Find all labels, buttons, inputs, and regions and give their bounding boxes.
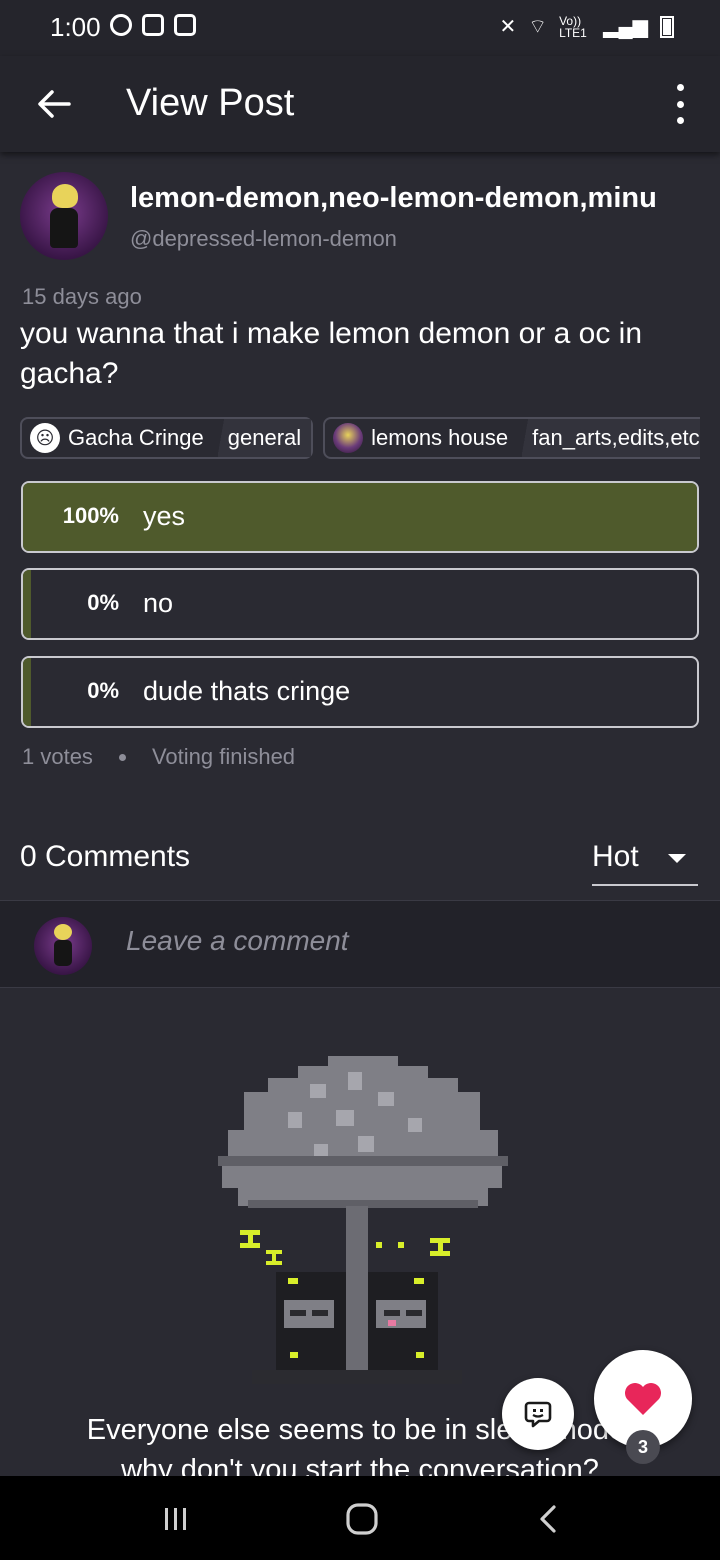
clock-icon <box>174 14 196 36</box>
wifi-icon: ⌔ <box>528 16 548 38</box>
author-handle: @depressed-lemon-demon <box>130 226 397 251</box>
poll-percent: 0% <box>87 590 119 615</box>
back-button[interactable] <box>30 80 78 128</box>
post-title: you wanna that i make lemon demon or a o… <box>20 317 643 390</box>
poll-result-bar <box>23 570 31 638</box>
dot-icon <box>676 117 684 124</box>
dot-icon <box>676 84 684 91</box>
chat-button[interactable] <box>502 1378 574 1450</box>
community-name: Gacha Cringe <box>68 425 204 450</box>
poll-option[interactable]: 0% no <box>21 568 699 640</box>
chevron-down-icon <box>668 854 686 863</box>
community-tag[interactable]: lemons house fan_arts,edits,etc <box>323 417 700 459</box>
status-system-icons: ✕ ⌔ Vo)) LTE1 ▂▄▆ <box>499 14 674 39</box>
avatar-head <box>52 184 78 208</box>
author-avatar[interactable] <box>20 172 108 260</box>
post-timestamp: 15 days ago <box>22 284 142 309</box>
community-category: fan_arts,edits,etc <box>522 419 700 457</box>
arrow-left-icon <box>38 90 71 118</box>
chat-bubble-icon <box>524 1401 552 1428</box>
heart-icon <box>625 1383 661 1415</box>
sort-value: Hot <box>592 840 639 873</box>
mute-icon: ✕ <box>499 16 517 38</box>
status-notification-icons <box>110 14 196 36</box>
recent-apps-button[interactable] <box>146 1494 206 1544</box>
poll-option-label: no <box>143 588 174 618</box>
home-button[interactable] <box>332 1494 392 1544</box>
like-count-badge: 3 <box>626 1430 660 1464</box>
poll-result-bar <box>23 658 31 726</box>
dot-icon <box>676 100 684 108</box>
community-tags: ☹ Gacha Cringe general lemons house fan_… <box>20 417 700 459</box>
status-time: 1:00 <box>50 12 101 42</box>
community-category: general <box>217 419 312 457</box>
cloud-icon <box>110 14 132 36</box>
user-avatar <box>34 917 92 975</box>
battery-icon <box>660 15 674 38</box>
status-bar: 1:00 ✕ ⌔ Vo)) LTE1 ▂▄▆ <box>0 0 720 56</box>
poll-percent: 0% <box>87 678 119 703</box>
avatar-body <box>54 940 72 966</box>
signal-icon: ▂▄▆ <box>603 16 648 38</box>
poll-option-label: yes <box>143 501 186 531</box>
author-name[interactable]: lemon-demon,neo-lemon-demon,minu <box>130 182 680 215</box>
poll-option[interactable]: 100% yes <box>21 481 699 553</box>
back-nav-button[interactable] <box>518 1494 578 1544</box>
comments-count: 0 Comments <box>20 840 191 873</box>
poll-votes: 1 votes <box>22 744 93 769</box>
app-bar: View Post <box>0 56 720 152</box>
sad-face-icon: ☹ <box>30 423 60 453</box>
avatar-head <box>54 924 72 940</box>
chevron-left-icon <box>540 1505 556 1533</box>
poll-status: Voting finished <box>151 744 296 769</box>
avatar-body <box>50 208 78 248</box>
more-options-button[interactable] <box>670 84 690 124</box>
comment-sort-select[interactable]: Hot <box>592 838 698 886</box>
home-icon <box>346 1503 378 1535</box>
system-nav-bar <box>0 1476 720 1560</box>
community-name: lemons house <box>371 425 509 450</box>
comment-composer <box>0 900 720 988</box>
poll-option-label: dude thats cringe <box>143 676 351 706</box>
poll-percent: 100% <box>62 503 119 528</box>
poll-meta: 1 votes Voting finished <box>22 744 295 770</box>
recent-apps-icon <box>165 1508 186 1530</box>
poll-result-bar <box>23 483 697 551</box>
network-label: Vo)) LTE1 <box>559 13 587 40</box>
poll-option[interactable]: 0% dude thats cringe <box>21 656 699 728</box>
comment-input[interactable] <box>126 925 686 957</box>
community-tag[interactable]: ☹ Gacha Cringe general <box>20 417 314 459</box>
separator-dot-icon <box>118 753 126 761</box>
gallery-icon <box>142 14 164 36</box>
sleeping-tree-illustration <box>218 1056 508 1384</box>
page-title: View Post <box>126 82 295 124</box>
community-avatar-icon <box>333 423 364 453</box>
